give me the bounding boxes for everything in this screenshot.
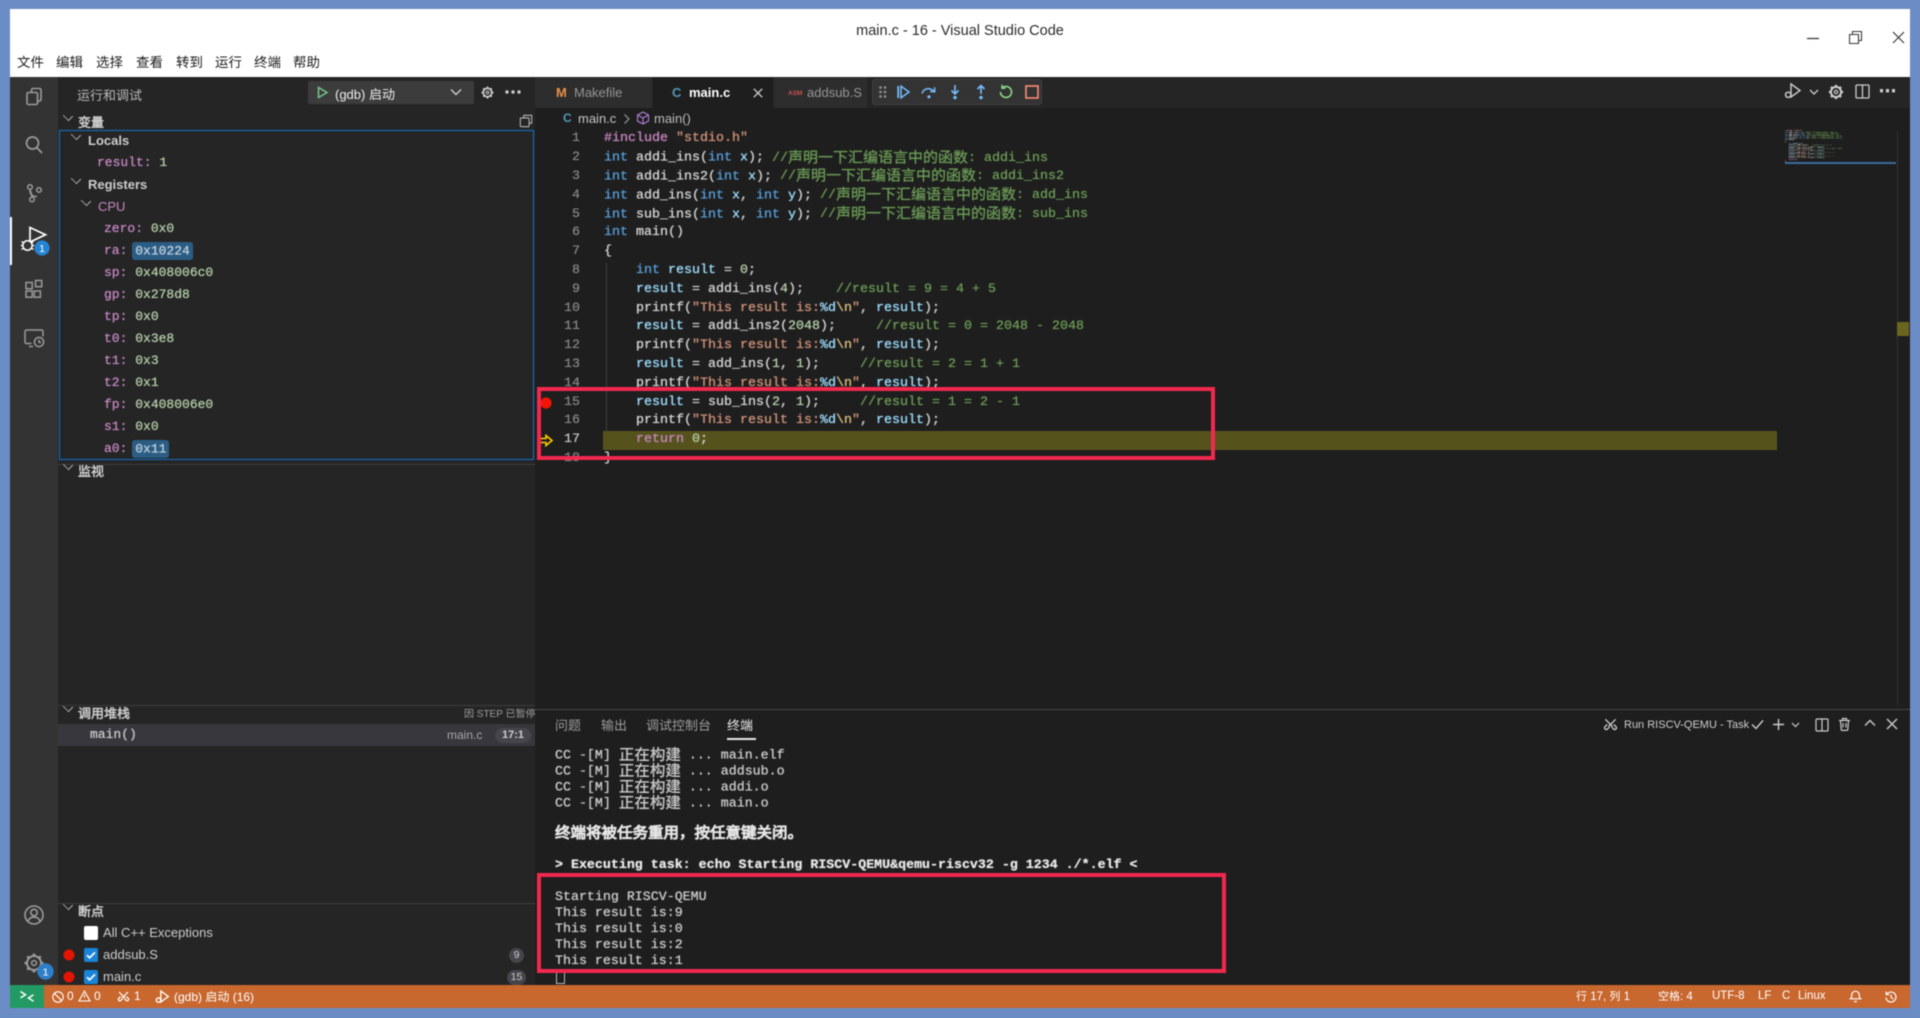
svg-text:1: 1: [39, 243, 45, 255]
svg-text:1: 1: [43, 966, 49, 978]
